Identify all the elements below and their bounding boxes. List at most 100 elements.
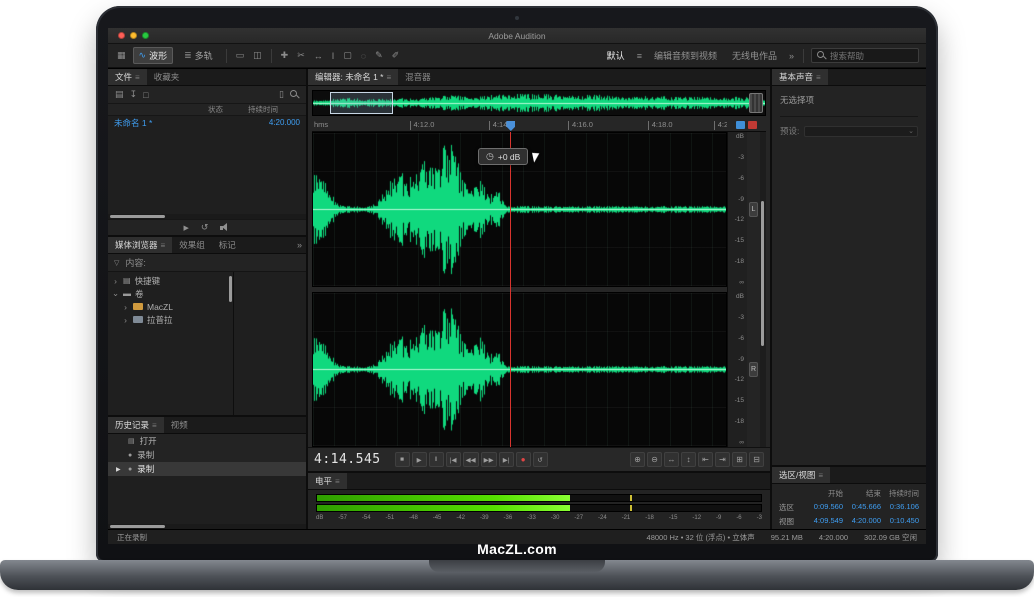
chevron-down-icon[interactable]: ⌄ — [112, 288, 119, 299]
chevron-right-icon[interactable]: › — [122, 302, 129, 312]
tree-scrollbar-thumb[interactable] — [229, 276, 232, 302]
tab-files[interactable]: 文件 ≡ — [108, 69, 147, 85]
brush-tool-icon[interactable]: ✐ — [390, 50, 402, 61]
pencil-tool-icon[interactable]: ✎ — [373, 50, 385, 61]
help-search-input[interactable] — [830, 51, 913, 61]
tab-markers[interactable]: 标记 — [212, 237, 243, 253]
zoom-horizontal-button[interactable]: ↔ — [664, 452, 679, 467]
panel-menu-icon[interactable]: ≡ — [818, 471, 823, 480]
chevron-right-icon[interactable]: › — [122, 315, 129, 325]
close-window-button[interactable] — [118, 32, 125, 39]
tab-mixer[interactable]: 混音器 — [398, 69, 438, 85]
overview-strip[interactable] — [312, 90, 766, 116]
scrollbar-thumb[interactable] — [110, 525, 165, 528]
help-search-box[interactable] — [811, 48, 919, 63]
panel-menu-icon[interactable]: ≡ — [386, 73, 391, 82]
right-channel-waveform[interactable] — [312, 292, 727, 447]
selection-start-value[interactable]: 0:09.560 — [805, 502, 843, 513]
timeline-ruler[interactable]: hms 4:12.0 4:14.0 4:16.0 4:18.0 4:2 — [312, 119, 727, 132]
scrollbar-thumb[interactable] — [761, 201, 764, 346]
speaker-icon[interactable] — [220, 223, 230, 232]
overview-view-handle[interactable] — [749, 93, 763, 113]
tab-media-browser[interactable]: 媒体浏览器 ≡ — [108, 237, 172, 253]
panel-menu-icon[interactable]: ≡ — [135, 73, 140, 82]
history-item-record-current[interactable]: ▶ ● 录制 — [108, 462, 306, 476]
new-item-icon[interactable]: □ — [143, 90, 148, 100]
scrollbar-thumb[interactable] — [110, 215, 165, 218]
tab-levels[interactable]: 电平 ≡ — [308, 473, 347, 489]
view-duration-value[interactable]: 0:10.450 — [881, 516, 919, 527]
preview-play-icon[interactable]: ▶ — [184, 224, 189, 232]
loop-playback-button[interactable]: ↺ — [533, 452, 548, 467]
trash-icon[interactable]: ▯ — [279, 89, 284, 100]
tree-item-volumes[interactable]: ⌄ ▬ 卷 — [108, 287, 233, 300]
move-tool-icon[interactable]: ✚ — [279, 50, 291, 61]
history-item-record[interactable]: ● 录制 — [108, 448, 306, 462]
playhead-line[interactable] — [510, 132, 511, 447]
view-start-value[interactable]: 4:09.549 — [805, 516, 843, 527]
column-status[interactable]: 状态 — [208, 104, 248, 115]
overview-selection[interactable] — [330, 92, 392, 114]
volume-hud[interactable]: ◷ +0 dB — [478, 148, 540, 165]
workspace-grid-icon[interactable]: ▦ — [115, 50, 128, 61]
workspace-overflow-icon[interactable]: » — [787, 51, 796, 61]
zoom-in-button[interactable]: ⊕ — [630, 452, 645, 467]
chevron-right-icon[interactable]: › — [112, 276, 119, 286]
files-search-icon[interactable] — [290, 90, 299, 99]
maximize-window-button[interactable] — [142, 32, 149, 39]
workspace-edit-audio-to-video[interactable]: 编辑音频到视频 — [649, 49, 722, 62]
zoom-full-button[interactable]: ⊟ — [749, 452, 764, 467]
selection-end-value[interactable]: 0:45.666 — [843, 502, 881, 513]
selection-duration-value[interactable]: 0:36.106 — [881, 502, 919, 513]
tree-item-maczl[interactable]: › MacZL — [108, 300, 233, 313]
monitor-speaker-icon[interactable] — [736, 121, 745, 129]
lasso-tool-icon[interactable]: ◌ — [359, 51, 368, 61]
tab-essential-sound[interactable]: 基本声音 ≡ — [772, 69, 828, 85]
slip-tool-icon[interactable]: ↔ — [312, 51, 325, 61]
right-channel-badge[interactable]: R — [749, 362, 758, 377]
tab-history[interactable]: 历史记录 ≡ — [108, 417, 164, 433]
history-item-open[interactable]: ▤ 打开 — [108, 434, 306, 448]
skip-to-start-button[interactable]: |◀ — [446, 452, 461, 467]
rewind-button[interactable]: ◀◀ — [463, 452, 479, 467]
workspace-menu-icon[interactable]: ≡ — [635, 51, 644, 61]
minimize-window-button[interactable] — [130, 32, 137, 39]
file-row[interactable]: 未命名 1 * 4:20.000 — [108, 116, 306, 129]
zoom-to-out-point-button[interactable]: ⇥ — [715, 452, 730, 467]
panel-menu-icon[interactable]: ≡ — [152, 421, 157, 430]
skip-to-end-button[interactable]: ▶| — [499, 452, 514, 467]
multitrack-view-button[interactable]: ≣ 多轨 — [178, 47, 219, 64]
panel-menu-icon[interactable]: ≡ — [816, 73, 821, 82]
meter-toggle-icon[interactable] — [748, 121, 757, 129]
zoom-vertical-button[interactable]: ↕ — [681, 452, 696, 467]
record-button[interactable]: ● — [516, 452, 531, 467]
tab-overflow-icon[interactable]: » — [297, 240, 302, 250]
panel-menu-icon[interactable]: ≡ — [161, 241, 166, 250]
zoom-out-button[interactable]: ⊖ — [647, 452, 662, 467]
waveform-view-button[interactable]: ∿ 波形 — [133, 47, 174, 64]
column-duration[interactable]: 持续时间 — [248, 104, 300, 115]
stop-button[interactable]: ■ — [395, 452, 410, 467]
auto-play-icon[interactable]: ↺ — [201, 222, 209, 233]
workspace-default[interactable]: 默认 — [602, 49, 630, 62]
panel-menu-icon[interactable]: ≡ — [335, 477, 340, 486]
tab-editor[interactable]: 编辑器: 未命名 1 * ≡ — [308, 69, 398, 85]
tab-selection-view[interactable]: 选区/视图 ≡ — [772, 467, 830, 483]
left-channel-badge[interactable]: L — [749, 202, 758, 217]
workspace-radio-production[interactable]: 无线电作品 — [727, 49, 782, 62]
play-button[interactable]: ▶ — [412, 452, 427, 467]
zoom-to-in-point-button[interactable]: ⇤ — [698, 452, 713, 467]
filter-icon[interactable]: ▽ — [114, 259, 119, 267]
marquee-tool-icon[interactable]: ▢ — [341, 50, 354, 61]
fast-forward-button[interactable]: ▶▶ — [481, 452, 497, 467]
monitor-icon[interactable]: ▭ — [234, 50, 247, 61]
import-file-icon[interactable]: ↧ — [130, 89, 138, 100]
tree-item-volume2[interactable]: › 拉普拉 — [108, 313, 233, 326]
preset-dropdown[interactable]: ⌄ — [804, 126, 918, 137]
display-icon[interactable]: ◫ — [251, 50, 264, 61]
zoom-to-selection-button[interactable]: ⊞ — [732, 452, 747, 467]
time-display[interactable]: 4:14.545 — [314, 452, 381, 467]
tree-item-shortcuts[interactable]: › ▤ 快捷键 — [108, 274, 233, 287]
time-selection-tool-icon[interactable]: I — [330, 51, 337, 61]
view-end-value[interactable]: 4:20.000 — [843, 516, 881, 527]
